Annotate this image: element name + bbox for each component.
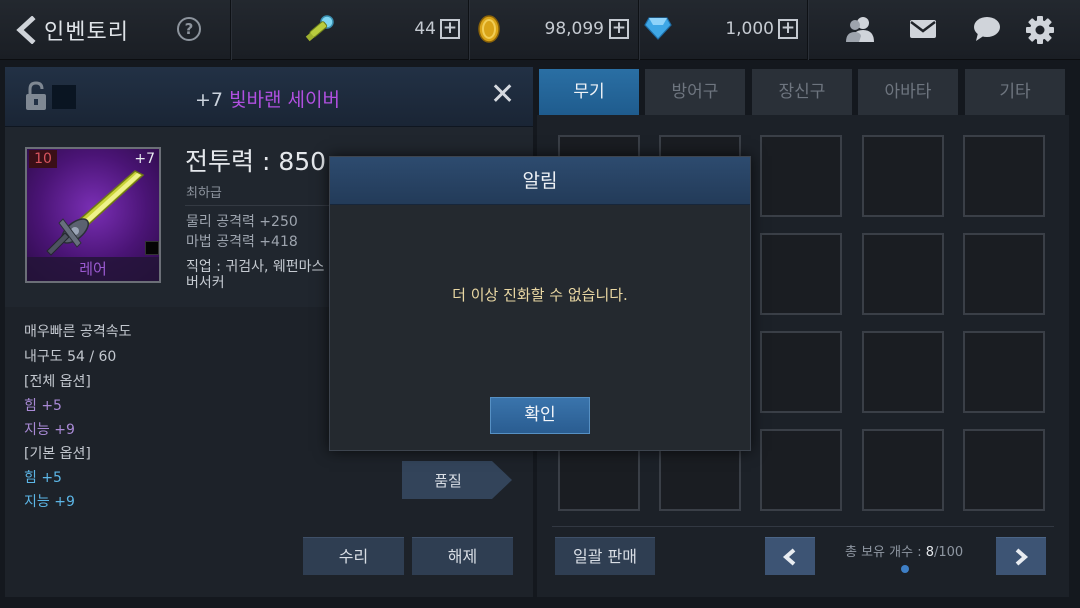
ok-button[interactable]: 확인 [490, 397, 590, 434]
alert-title: 알림 [330, 157, 750, 205]
alert-message: 더 이상 진화할 수 없습니다. [452, 286, 628, 304]
alert-dialog: 알림 더 이상 진화할 수 없습니다. 확인 [329, 156, 751, 451]
